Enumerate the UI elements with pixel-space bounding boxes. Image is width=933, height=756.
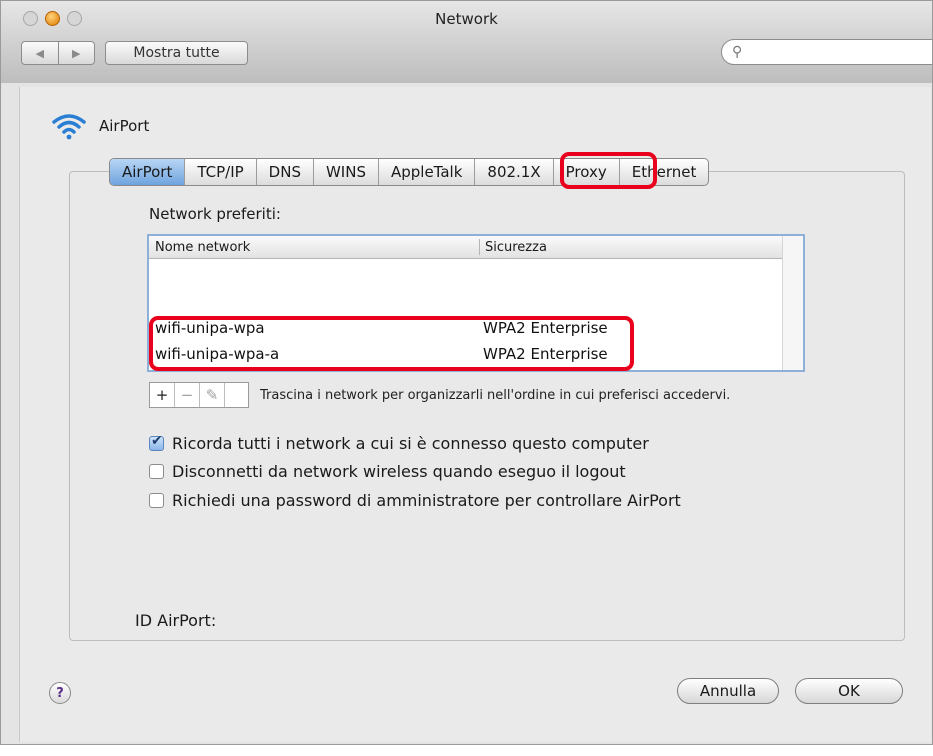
add-network-button[interactable]: +	[150, 383, 175, 407]
forward-icon[interactable]: ▶	[59, 42, 95, 64]
edit-pencil-icon[interactable]: ✎	[200, 383, 225, 407]
checkbox-unchecked[interactable]	[149, 493, 164, 508]
table-header: Nome network Sicurezza	[149, 236, 803, 259]
network-window: Network ◀ ▶ Mostra tutte ⚲ AirPort AirPo…	[0, 0, 933, 745]
tab-dns[interactable]: DNS	[257, 159, 314, 185]
tab-appletalk[interactable]: AppleTalk	[379, 159, 476, 185]
require-admin-password-checkbox[interactable]: Richiedi una password di amministratore …	[149, 491, 681, 510]
window-title: Network	[435, 10, 498, 28]
airport-id-label: ID AirPort:	[135, 611, 217, 630]
highlight-networks-annotation	[149, 316, 634, 371]
column-divider	[479, 239, 480, 255]
table-scrollbar[interactable]	[782, 236, 803, 370]
preferred-networks-label: Network preferiti:	[149, 205, 281, 223]
help-button[interactable]: ?	[49, 682, 71, 704]
tab-8021x[interactable]: 802.1X	[475, 159, 554, 185]
remove-network-button[interactable]: −	[175, 383, 200, 407]
checkbox-label: Disconnetti da network wireless quando e…	[172, 462, 626, 481]
title-bar: Network ◀ ▶ Mostra tutte ⚲	[1, 1, 932, 84]
show-all-button[interactable]: Mostra tutte	[105, 41, 248, 65]
search-icon: ⚲	[732, 44, 743, 60]
ok-button[interactable]: OK	[795, 678, 903, 704]
checkbox-unchecked[interactable]	[149, 464, 164, 479]
checkbox-checked[interactable]	[149, 433, 164, 451]
tab-tcpip[interactable]: TCP/IP	[185, 159, 257, 185]
tab-airport[interactable]: AirPort	[110, 159, 186, 185]
checkbox-label: Ricorda tutti i network a cui si è conne…	[172, 434, 649, 453]
column-header-security[interactable]: Sicurezza	[485, 240, 547, 255]
checkbox-label: Richiedi una password di amministratore …	[172, 491, 681, 510]
search-field[interactable]: ⚲	[721, 39, 932, 65]
back-icon[interactable]: ◀	[22, 42, 59, 64]
service-name: AirPort	[99, 117, 150, 135]
tab-wins[interactable]: WINS	[314, 159, 379, 185]
cancel-button[interactable]: Annulla	[677, 678, 779, 704]
disconnect-on-logout-checkbox[interactable]: Disconnetti da network wireless quando e…	[149, 462, 626, 481]
back-forward-control: ◀ ▶	[21, 41, 95, 65]
network-list-buttons: + − ✎	[149, 382, 249, 408]
remember-networks-checkbox[interactable]: Ricorda tutti i network a cui si è conne…	[149, 433, 649, 453]
column-header-network-name[interactable]: Nome network	[155, 240, 250, 255]
service-header: AirPort	[51, 112, 149, 140]
wifi-icon	[52, 114, 86, 140]
highlight-8021x-annotation	[560, 152, 657, 189]
drag-hint-text: Trascina i network per organizzarli nell…	[260, 388, 731, 403]
